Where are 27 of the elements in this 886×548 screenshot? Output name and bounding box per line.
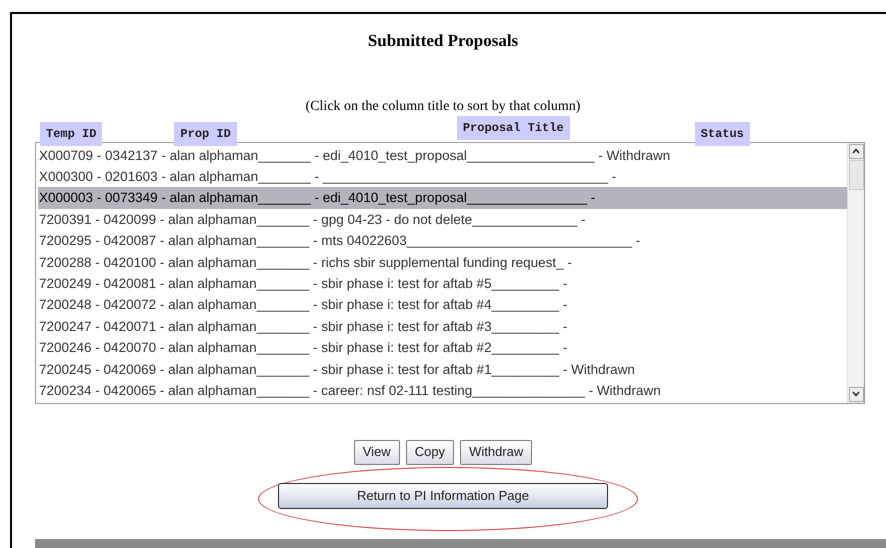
proposal-row[interactable]: 7200248 - 0420072 - alan alphaman_______ - sbir phase i: test for aftab #4_________ - [38,294,847,316]
proposal-row[interactable]: X000709 - 0342137 - alan alphaman_______ - edi_4010_test_proposal_________________ - Withdrawn [38,144,847,166]
proposal-row[interactable]: 7200246 - 0420070 - alan alphaman_______ - sbir phase i: test for aftab #2_________ - [38,337,847,359]
proposal-row[interactable]: 7200249 - 0420081 - alan alphaman_______ - sbir phase i: test for aftab #5_________ - [38,272,847,294]
proposal-row[interactable]: 7200288 - 0420100 - alan alphaman_______ - richs sbir supplemental funding request_ - [38,252,847,273]
proposal-row[interactable]: 7200234 - 0420065 - alan alphaman_______ - career: nsf 02-111 testing_______________ - Withdrawn [38,380,847,402]
proposal-row[interactable]: 7200245 - 0420069 - alan alphaman_______ - sbir phase i: test for aftab #1_________ - Withdrawn [38,358,847,380]
column-header[interactable]: Temp ID [40,122,102,146]
column-header[interactable]: Proposal Title [456,116,570,140]
sort-hint: (Click on the column title to sort by that column) [304,98,582,116]
action-button[interactable]: Withdraw [460,440,532,464]
action-button[interactable]: Copy [406,440,454,464]
proposal-list[interactable] [35,142,865,404]
scrollbar[interactable] [847,142,864,402]
page-title: Submitted Proposals [366,30,520,52]
scroll-thumb[interactable] [848,160,864,190]
proposal-row[interactable]: 7200247 - 0420071 - alan alphaman_______ - sbir phase i: test for aftab #3_________ - [38,316,847,338]
column-header[interactable]: Status [694,122,750,146]
proposal-row[interactable]: 7200391 - 0420099 - alan alphaman_______ - gpg 04-23 - do not delete______________ - [38,208,847,230]
proposal-row[interactable]: X000003 - 0073349 - alan alphaman_______ - edi_4010_test_proposal________________ - [38,187,847,209]
scroll-down-icon[interactable] [848,386,864,402]
proposal-row[interactable]: X000300 - 0201603 - alan alphaman_______ - ______________________________________ - [38,166,847,188]
proposal-row[interactable]: 7200295 - 0420087 - alan alphaman_______ - mts 04022603______________________________ - [38,230,847,252]
return-button[interactable]: Return to PI Information Page [278,482,608,508]
column-header[interactable]: Prop ID [174,122,237,146]
action-button[interactable]: View [354,440,400,464]
scroll-up-icon[interactable] [848,144,864,158]
